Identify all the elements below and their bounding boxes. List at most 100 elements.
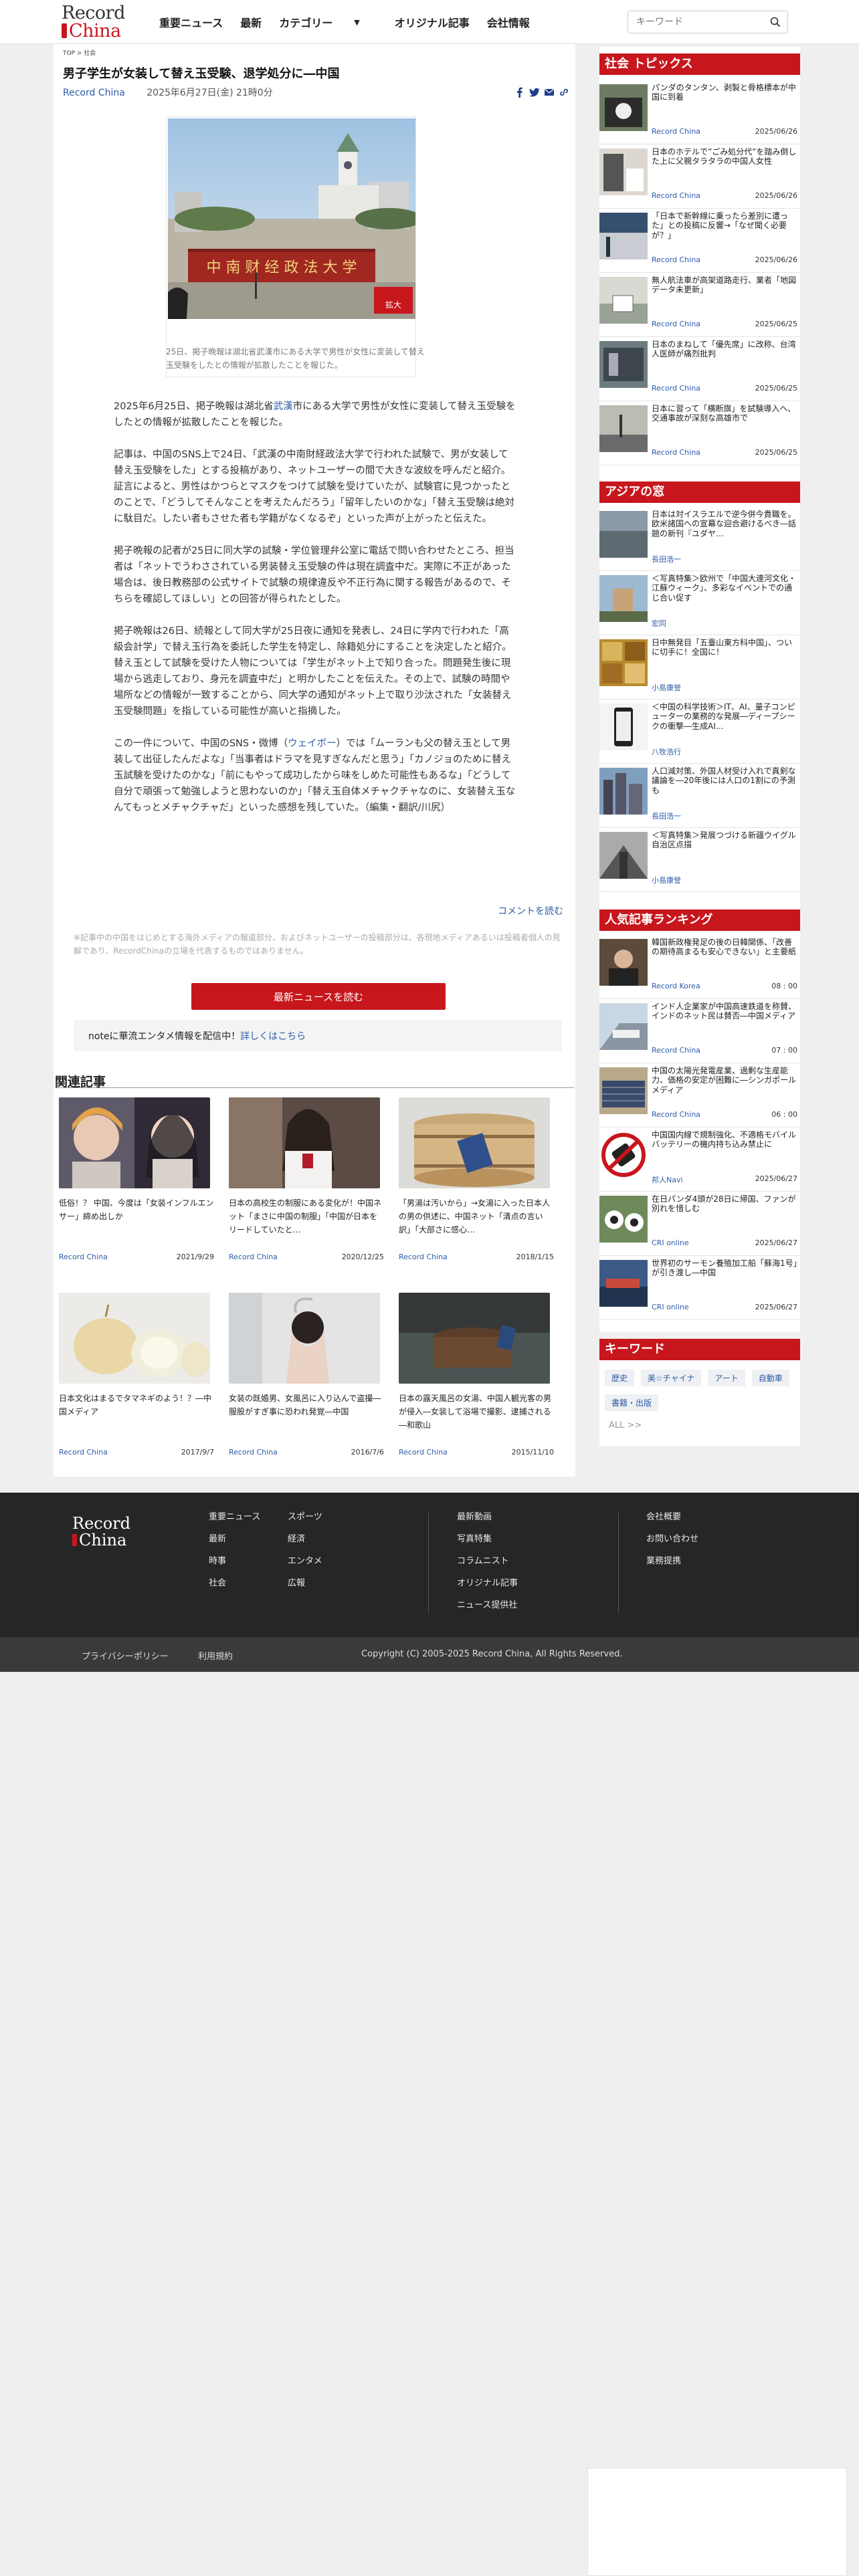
sidebar-item[interactable]: 日本のまねして「優先席」に改称、台湾人医師が痛烈批判 Record China … — [599, 337, 800, 401]
sidebar-item[interactable]: 日本は対イスラエルで逆今併今貴職を。欧米諸国への宣幕な迎合避けるべき―話題の新刊… — [599, 507, 800, 571]
keyword-link-wuhan[interactable]: 武漢 — [274, 401, 293, 412]
sidebar-item[interactable]: 無人航法車が高架道路走行、業者「地図データ未更新」 Record China 2… — [599, 273, 800, 337]
zoom-button[interactable]: 拡大 — [374, 287, 413, 314]
sidebar-item-source[interactable]: 長田浩一 — [652, 811, 681, 821]
nav-company-info[interactable]: 会社情報 — [487, 14, 530, 30]
related-card[interactable]: 低俗！？ 中国、今度は「女装インフルエンサー」締め出しか Record Chin… — [59, 1097, 223, 1265]
footer-link[interactable]: 経済 — [288, 1528, 322, 1550]
sidebar-item[interactable]: 中国国内線で規制強化、不適格モバイルバッテリーの機内持ち込み禁止に 邦人Navi… — [599, 1128, 800, 1192]
sidebar-item[interactable]: 在日パンダ4頭が28日に帰国、ファンが別れを惜しむ CRI online 202… — [599, 1192, 800, 1256]
footer-link[interactable]: コラムニスト — [457, 1550, 518, 1572]
asia-window-heading: アジアの窓 — [599, 481, 800, 503]
footer-link[interactable]: 最新 — [209, 1528, 260, 1550]
footer-link[interactable]: 最新動画 — [457, 1506, 518, 1528]
related-source[interactable]: Record China — [59, 1253, 108, 1261]
related-source[interactable]: Record China — [229, 1448, 278, 1457]
search-icon[interactable] — [770, 17, 781, 27]
site-logo[interactable]: Record China — [62, 4, 135, 40]
read-latest-news-button[interactable]: 最新ニュースを読む — [191, 983, 446, 1010]
sidebar-item-source[interactable]: 八牧浩行 — [652, 746, 681, 757]
related-source[interactable]: Record China — [229, 1253, 278, 1261]
sidebar-item[interactable]: インド人企業家が中国高速鉄道を称賛、インドのネット民は賛否―中国メディア Rec… — [599, 999, 800, 1063]
sidebar-item-source[interactable]: Record China — [652, 448, 700, 457]
floating-ad-panel[interactable] — [587, 2468, 847, 2576]
footer-link[interactable]: オリジナル記事 — [457, 1572, 518, 1594]
sidebar-item-source[interactable]: CRI online — [652, 1303, 689, 1311]
footer-link[interactable]: スポーツ — [288, 1506, 322, 1528]
sidebar-item-source[interactable]: Record China — [652, 384, 700, 393]
related-card[interactable]: 日本の露天風呂の女湯、中国人観光客の男が侵入―女装して浴場で撮影、逮捕される―和… — [399, 1293, 563, 1460]
footer-link[interactable]: お問い合わせ — [646, 1528, 698, 1550]
footer-link[interactable]: 会社概要 — [646, 1506, 698, 1528]
footer-link[interactable]: 時事 — [209, 1550, 260, 1572]
keyword-link-weibo[interactable]: ウェイボー — [288, 738, 337, 749]
footer-link[interactable]: 重要ニュース — [209, 1506, 260, 1528]
sidebar-item-source[interactable]: 邦人Navi — [652, 1174, 683, 1185]
footer-link[interactable]: 業務提携 — [646, 1550, 698, 1572]
search-box — [628, 11, 788, 33]
mail-icon[interactable] — [544, 87, 555, 98]
read-comments-link[interactable]: コメントを読む — [498, 904, 563, 918]
keyword-tag[interactable]: 自動車 — [751, 1370, 789, 1386]
sidebar-item-source[interactable]: 小島康誉 — [652, 682, 681, 693]
sidebar-item[interactable]: 日中無発目「五臺山東方科中国」、ついに切手に！全国に！ 小島康誉 — [599, 635, 800, 700]
keyword-tag[interactable]: 美☆チャイナ — [641, 1370, 702, 1386]
sidebar-item[interactable]: パンダのタンタン、剥製と骨格標本が中国に到着 Record China 2025… — [599, 80, 800, 144]
search-input[interactable] — [628, 11, 762, 33]
sidebar-item-source[interactable]: Record Korea — [652, 982, 700, 990]
link-icon[interactable] — [559, 87, 569, 98]
sidebar-item[interactable]: ＜写真特集＞発展つづける新疆ウイグル自治区点描 小島康誉 — [599, 828, 800, 892]
sidebar-item-source[interactable]: Record China — [652, 320, 700, 328]
all-keywords-link[interactable]: ALL >> — [609, 1420, 642, 1430]
related-source[interactable]: Record China — [399, 1448, 448, 1457]
sidebar-item[interactable]: 中国の太陽光発電産業、過剰な生産能力、価格の安定が困難に―シンガポールメディア … — [599, 1063, 800, 1128]
nav-category[interactable]: カテゴリー ▼ — [279, 14, 377, 30]
article-paragraph: 掲子晩報は26日、続報として同大学が25日夜に通知を発表し、24日に学内で行われ… — [114, 626, 512, 717]
related-card[interactable]: 日本の高校生の制服にある変化が！中国ネット「まさに中国の制服」「中国が日本をリー… — [229, 1097, 393, 1265]
nav-latest[interactable]: 最新 — [240, 14, 262, 30]
logo-word-record: Record — [62, 3, 125, 23]
footer-logo[interactable]: Record China — [72, 1515, 130, 1549]
article-source[interactable]: Record China — [63, 88, 125, 98]
facebook-icon[interactable] — [514, 87, 525, 98]
sidebar-item[interactable]: 「日本で新幹線に乗ったら差別に遭った」との投稿に反響→「なぜ聞く必要が？」 Re… — [599, 209, 800, 273]
keyword-tag[interactable]: 書籍・出版 — [605, 1394, 659, 1411]
related-source[interactable]: Record China — [59, 1448, 108, 1457]
sidebar-item[interactable]: ＜中国の科学技術＞IT、AI、量子コンピューターの業務的な発展―ディープシークの… — [599, 700, 800, 764]
sidebar-item-source[interactable]: 小島康誉 — [652, 875, 681, 885]
sidebar-item-source[interactable]: Record China — [652, 255, 700, 264]
terms-link[interactable]: 利用規約 — [198, 1649, 233, 1662]
sidebar-item-source[interactable]: 宏同 — [652, 618, 666, 629]
sidebar-item-source[interactable]: Record China — [652, 1110, 700, 1119]
sidebar-item[interactable]: 世界初のサーモン養殖加工船「蘇海1号」が引き渡し―中国 CRI online 2… — [599, 1256, 800, 1320]
related-card[interactable]: 女装の既婚男、女風呂に入り込んで盗撮―服股がすぎ事に恐われ発覚―中国 Recor… — [229, 1293, 393, 1460]
sidebar-item-source[interactable]: Record China — [652, 127, 700, 136]
footer-link[interactable]: ニュース提供社 — [457, 1594, 518, 1616]
keyword-tag[interactable]: 歴史 — [605, 1370, 635, 1386]
nav-important-news[interactable]: 重要ニュース — [159, 14, 223, 30]
related-card[interactable]: 「男湯は汚いから」→女湯に入った日本人の男の供述に、中国ネット「清点の言い訳」「… — [399, 1097, 563, 1265]
footer-link[interactable]: エンタメ — [288, 1550, 322, 1572]
sidebar-item[interactable]: 日本のホテルで”ごみ処分代”を踏み倒した上に父親タラタラの中国人女性 Recor… — [599, 144, 800, 209]
sidebar-item-source[interactable]: CRI online — [652, 1239, 689, 1247]
privacy-policy-link[interactable]: プライバシーポリシー — [82, 1649, 169, 1662]
footer-link[interactable]: 社会 — [209, 1572, 260, 1594]
sidebar-item[interactable]: 日本に習って「横断旗」を試験導入へ、交通事故が深刻な高雄市で Record Ch… — [599, 401, 800, 465]
note-details-link[interactable]: 詳しくはこちら — [240, 1029, 306, 1043]
sidebar-thumb — [599, 405, 648, 452]
sidebar-item[interactable]: ＜写真特集＞欧州で「中国大連河文化・江蘇ウィーク」、多彩なイベントでの通じ合い促… — [599, 571, 800, 635]
twitter-icon[interactable] — [529, 87, 540, 98]
article-photo[interactable]: 中 南 财 经 政 法 大 学 拡大 — [166, 116, 416, 377]
related-source[interactable]: Record China — [399, 1253, 448, 1261]
related-card[interactable]: 日本文化はまるでタマネギのよう！？―中国メディア Record China 20… — [59, 1293, 223, 1460]
sidebar-item-source[interactable]: 長田浩一 — [652, 554, 681, 564]
sidebar-item-source[interactable]: Record China — [652, 1046, 700, 1055]
sidebar-item[interactable]: 韓国新政権発足の後の日韓関係、「改善の期待高まるも安心できない」と主要紙 Rec… — [599, 935, 800, 999]
sidebar-item[interactable]: 人口減対策、外国人材受け入れで真剣な議論を―20年後には人口の1割にの予測も 長… — [599, 764, 800, 828]
footer-link[interactable]: 写真特集 — [457, 1528, 518, 1550]
sidebar-item-source[interactable]: Record China — [652, 191, 700, 200]
breadcrumb[interactable]: TOP > 社会 — [63, 48, 96, 57]
footer-link[interactable]: 広報 — [288, 1572, 322, 1594]
nav-original-articles[interactable]: オリジナル記事 — [395, 14, 470, 30]
keyword-tag[interactable]: アート — [708, 1370, 745, 1386]
